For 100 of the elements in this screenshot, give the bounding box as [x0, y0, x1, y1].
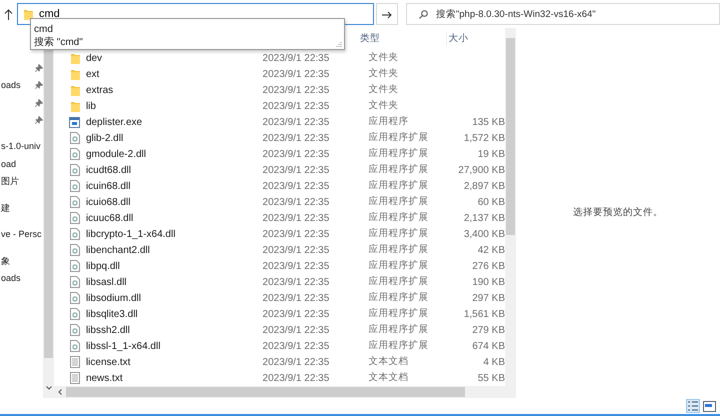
file-name[interactable]: libsqlite3.dll — [86, 306, 263, 322]
modified-date: 2023/9/1 22:35 — [262, 180, 330, 194]
file-type: 应用程序扩展 — [368, 274, 430, 289]
file-name[interactable]: deplister.exe — [86, 114, 263, 130]
file-size: 2,897 KB — [464, 180, 505, 192]
file-type: 应用程序 — [368, 114, 410, 129]
sidebar-item[interactable]: 象 — [1, 254, 10, 268]
file-name[interactable]: glib-2.dll — [86, 130, 263, 146]
file-size: 276 KB — [472, 260, 505, 272]
file-icon — [70, 276, 80, 288]
file-size: 2,137 KB — [464, 212, 505, 224]
file-name[interactable]: icuuc68.dll — [86, 210, 263, 226]
file-size: 1,561 KB — [464, 308, 505, 320]
file-name[interactable]: libenchant2.dll — [86, 242, 263, 258]
file-type: 文本文档 — [368, 370, 410, 385]
file-icon — [70, 324, 80, 336]
folder-icon — [70, 68, 80, 80]
file-icon — [70, 164, 80, 176]
folder-icon — [70, 84, 80, 96]
file-icon — [70, 340, 80, 352]
scrollbar[interactable] — [505, 28, 516, 398]
program-icon — [68, 116, 80, 128]
file-type: 文件夹 — [368, 66, 400, 81]
file-type: 应用程序扩展 — [368, 162, 430, 177]
sidebar-item[interactable]: oad — [1, 158, 16, 171]
modified-date: 2023/9/1 22:35 — [262, 52, 330, 66]
modified-date: 2023/9/1 22:35 — [262, 68, 330, 82]
file-name[interactable]: dev — [86, 50, 263, 66]
search-box[interactable]: 搜索"php-8.0.30-nts-Win32-vs16-x64" — [406, 3, 720, 25]
go-button[interactable] — [376, 3, 398, 25]
file-name[interactable]: license.txt — [86, 354, 263, 370]
folder-icon — [70, 52, 80, 64]
sidebar-item[interactable]: 图片 — [1, 175, 19, 188]
scroll-left-icon[interactable] — [58, 389, 62, 395]
file-type: 应用程序扩展 — [368, 338, 430, 353]
text-file-icon — [70, 372, 80, 384]
sidebar-item[interactable]: 建 — [1, 202, 10, 215]
file-name[interactable]: libssh2.dll — [86, 322, 263, 338]
preview-message: 选择要预览的文件。 — [573, 206, 663, 220]
column-header[interactable]: 类型 — [360, 32, 447, 46]
file-name[interactable]: icudt68.dll — [86, 162, 263, 178]
file-type: 应用程序扩展 — [368, 258, 430, 273]
details-view-icon[interactable] — [686, 399, 700, 413]
scroll-down-icon[interactable] — [46, 386, 52, 390]
file-size: 27,900 KB — [458, 164, 505, 176]
modified-date: 2023/9/1 22:35 — [262, 196, 330, 210]
file-icon — [70, 180, 80, 192]
file-icon — [70, 132, 80, 144]
sidebar-item[interactable]: oads — [1, 272, 21, 286]
file-type: 应用程序扩展 — [368, 178, 430, 193]
file-icon — [70, 228, 80, 240]
modified-date: 2023/9/1 22:35 — [262, 116, 330, 130]
file-size: 3,400 KB — [464, 228, 505, 240]
file-icon — [70, 292, 80, 304]
file-size: 55 KB — [478, 372, 505, 384]
preview-view-icon[interactable] — [703, 400, 716, 412]
file-type: 文件夹 — [368, 98, 400, 113]
file-name[interactable]: icuio68.dll — [86, 194, 263, 210]
file-type: 应用程序扩展 — [368, 226, 430, 241]
file-name[interactable]: icuin68.dll — [86, 178, 263, 194]
file-name[interactable]: libsodium.dll — [86, 290, 263, 306]
file-size: 190 KB — [472, 276, 505, 288]
file-type: 文件夹 — [368, 50, 400, 65]
file-name[interactable]: libcrypto-1_1-x64.dll — [86, 226, 263, 242]
modified-date: 2023/9/1 22:35 — [262, 372, 330, 386]
modified-date: 2023/9/1 22:35 — [262, 84, 330, 98]
resize-grip-icon[interactable] — [336, 41, 342, 47]
modified-date: 2023/9/1 22:35 — [262, 132, 330, 146]
right-arrow-icon — [382, 10, 392, 19]
file-name[interactable]: libssl-1_1-x64.dll — [86, 338, 263, 354]
file-name[interactable]: gmodule-2.dll — [86, 146, 263, 162]
sidebar-item[interactable]: s-1.0-univ — [1, 140, 41, 154]
file-size: 135 KB — [472, 116, 505, 128]
file-icon — [70, 212, 80, 224]
modified-date: 2023/9/1 22:35 — [262, 308, 330, 322]
sidebar-item[interactable]: oads — [1, 78, 21, 92]
file-name[interactable]: libsasl.dll — [86, 274, 263, 290]
suggestion-item[interactable]: 搜索 "cmd" — [34, 36, 341, 49]
file-size: 60 KB — [478, 196, 505, 208]
modified-date: 2023/9/1 22:35 — [262, 292, 330, 306]
file-size: 4 KB — [483, 356, 505, 368]
sidebar-item[interactable]: ve - Persc — [1, 228, 42, 242]
file-size: 297 KB — [472, 292, 505, 304]
file-name[interactable]: news.txt — [86, 370, 263, 386]
modified-date: 2023/9/1 22:35 — [262, 356, 330, 370]
column-header[interactable]: 大小 — [446, 32, 505, 46]
modified-date: 2023/9/1 22:35 — [262, 260, 330, 274]
modified-date: 2023/9/1 22:35 — [262, 276, 330, 290]
search-icon — [418, 10, 428, 18]
suggestion-item[interactable]: cmd — [34, 23, 341, 36]
file-name[interactable]: extras — [86, 82, 263, 98]
file-type: 应用程序扩展 — [368, 194, 430, 209]
file-name[interactable]: libpq.dll — [86, 258, 263, 274]
file-name[interactable]: lib — [86, 98, 263, 114]
folder-icon — [70, 100, 80, 112]
file-type: 应用程序扩展 — [368, 210, 430, 225]
file-size: 42 KB — [478, 244, 505, 256]
file-name[interactable]: ext — [86, 66, 263, 82]
modified-date: 2023/9/1 22:35 — [262, 212, 330, 226]
file-size: 674 KB — [472, 340, 505, 352]
